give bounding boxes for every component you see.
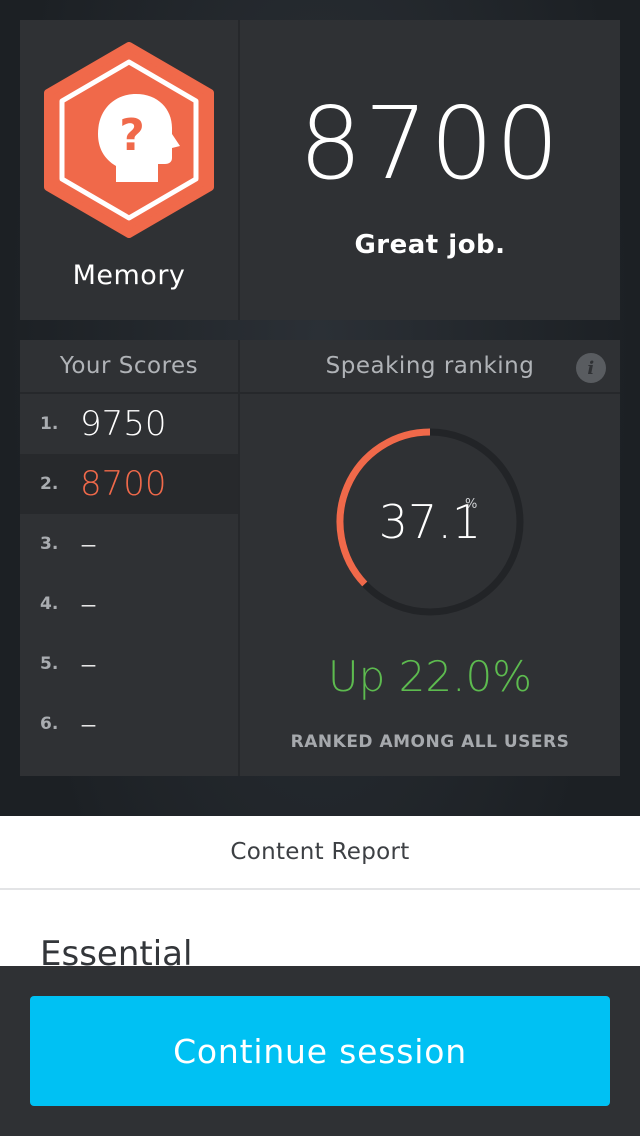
ranking-header: Speaking ranking i xyxy=(240,340,620,394)
percentile-unit: % xyxy=(465,497,478,512)
score-list: 1. 9750 2. 8700 3. – 4. – 5. – 6. – xyxy=(20,394,238,754)
content-report-title: Content Report xyxy=(0,816,640,890)
score-rank: 3. xyxy=(40,534,59,554)
score-rank: 2. xyxy=(40,474,59,494)
ranking-header-label: Speaking ranking xyxy=(325,353,535,379)
memory-head-question-icon: ? xyxy=(44,42,214,238)
score-value: 9750 xyxy=(80,404,167,444)
score-row: 2. 8700 xyxy=(20,454,238,514)
stats-card: Your Scores 1. 9750 2. 8700 3. – 4. – 5. – 6. – Spe… xyxy=(20,340,620,776)
score-row: 3. – xyxy=(20,514,238,574)
score-rank: 1. xyxy=(40,414,59,434)
ranked-caption: RANKED AMONG ALL USERS xyxy=(290,732,570,752)
score-rank: 4. xyxy=(40,594,59,614)
score-row: 5. – xyxy=(20,634,238,694)
score-value: – xyxy=(80,644,97,684)
score-rank: 5. xyxy=(40,654,59,674)
score-summary-card: ? Memory 8700 Great job. xyxy=(20,20,620,320)
ranking-gauge: 37.1 % xyxy=(333,425,527,619)
your-scores-panel: Your Scores 1. 9750 2. 8700 3. – 4. – 5. – 6. – xyxy=(20,340,240,776)
svg-text:?: ? xyxy=(119,110,145,161)
score-rank: 6. xyxy=(40,714,59,734)
score-value: – xyxy=(80,524,97,564)
ranking-panel: Speaking ranking i 37.1 % Up 22.0% RANKE… xyxy=(240,340,620,776)
score-value: – xyxy=(80,584,97,624)
category-panel: ? Memory xyxy=(20,20,240,320)
score-row: 6. – xyxy=(20,694,238,754)
score-row: 1. 9750 xyxy=(20,394,238,454)
score-value: 8700 xyxy=(80,464,167,504)
session-score: 8700 xyxy=(298,85,562,202)
percentile-value: 37.1 xyxy=(378,495,482,549)
action-bar: Continue session xyxy=(0,966,640,1136)
your-scores-header: Your Scores xyxy=(20,340,238,394)
category-label: Memory xyxy=(72,260,186,291)
info-icon[interactable]: i xyxy=(576,353,606,383)
score-panel: 8700 Great job. xyxy=(240,20,620,320)
ranking-trend: Up 22.0% xyxy=(327,652,533,701)
score-value: – xyxy=(80,704,97,744)
praise-message: Great job. xyxy=(354,230,506,260)
score-row: 4. – xyxy=(20,574,238,634)
continue-session-button[interactable]: Continue session xyxy=(30,996,610,1106)
